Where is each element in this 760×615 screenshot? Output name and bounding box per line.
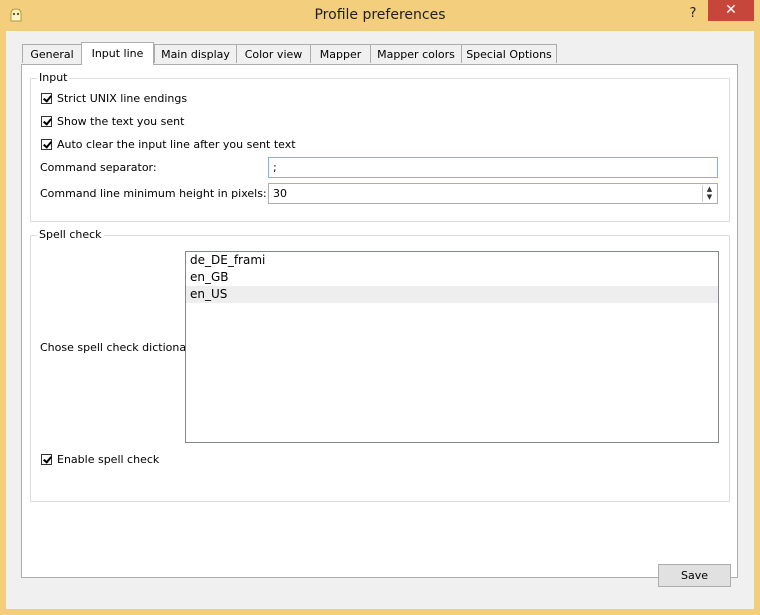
command-separator-input[interactable]: ;: [268, 157, 718, 178]
window-title: Profile preferences: [314, 7, 446, 23]
spell-check-group: Spell check Chose spell check dictionary…: [30, 228, 730, 502]
spin-up-icon[interactable]: ▲: [703, 185, 716, 193]
auto-clear-checkbox-row[interactable]: Auto clear the input line after you sent…: [41, 136, 296, 152]
help-button[interactable]: ?: [680, 4, 706, 24]
tab-mapper[interactable]: Mapper: [310, 44, 371, 63]
tab-mapper-colors[interactable]: Mapper colors: [370, 44, 462, 63]
list-item-selected[interactable]: en_US: [186, 286, 718, 303]
tab-special-options[interactable]: Special Options: [461, 44, 557, 63]
tab-general[interactable]: General: [22, 44, 82, 63]
title-bar: Profile preferences ? ✕: [0, 0, 760, 31]
save-button[interactable]: Save: [658, 564, 731, 587]
command-separator-label: Command separator:: [40, 161, 157, 174]
dialog-client: General Input line Main display Color vi…: [6, 31, 754, 609]
spin-buttons: ▲ ▼: [702, 185, 716, 202]
enable-spell-check-label: Enable spell check: [57, 452, 160, 466]
input-group-title: Input: [37, 71, 70, 84]
tab-color-view[interactable]: Color view: [236, 44, 311, 63]
auto-clear-label: Auto clear the input line after you sent…: [57, 137, 296, 151]
enable-spell-check-checkbox[interactable]: [41, 453, 52, 465]
dictionary-list[interactable]: de_DE_frami en_GB en_US: [185, 251, 719, 443]
spin-down-icon[interactable]: ▼: [703, 193, 716, 201]
strict-unix-checkbox-row[interactable]: Strict UNIX line endings: [41, 90, 187, 106]
tab-main-display[interactable]: Main display: [154, 44, 237, 63]
auto-clear-checkbox[interactable]: [41, 138, 52, 150]
dictionary-label: Chose spell check dictionary:: [40, 341, 201, 354]
enable-spell-check-row[interactable]: Enable spell check: [41, 451, 159, 467]
input-group: Input Strict UNIX line endings Show the …: [30, 71, 730, 222]
spell-check-group-title: Spell check: [37, 228, 104, 241]
list-item[interactable]: de_DE_frami: [186, 252, 718, 269]
strict-unix-label: Strict UNIX line endings: [57, 91, 188, 105]
close-button[interactable]: ✕: [708, 0, 754, 21]
min-height-label: Command line minimum height in pixels:: [40, 187, 267, 200]
min-height-spinbox[interactable]: 30 ▲ ▼: [268, 183, 718, 204]
strict-unix-checkbox[interactable]: [41, 92, 52, 104]
show-text-label: Show the text you sent: [57, 114, 185, 128]
min-height-value: 30: [273, 187, 287, 200]
show-text-checkbox[interactable]: [41, 115, 52, 127]
tab-input-line[interactable]: Input line: [81, 42, 154, 65]
show-text-checkbox-row[interactable]: Show the text you sent: [41, 113, 184, 129]
list-item[interactable]: en_GB: [186, 269, 718, 286]
tab-page-input-line: Input Strict UNIX line endings Show the …: [21, 64, 738, 578]
